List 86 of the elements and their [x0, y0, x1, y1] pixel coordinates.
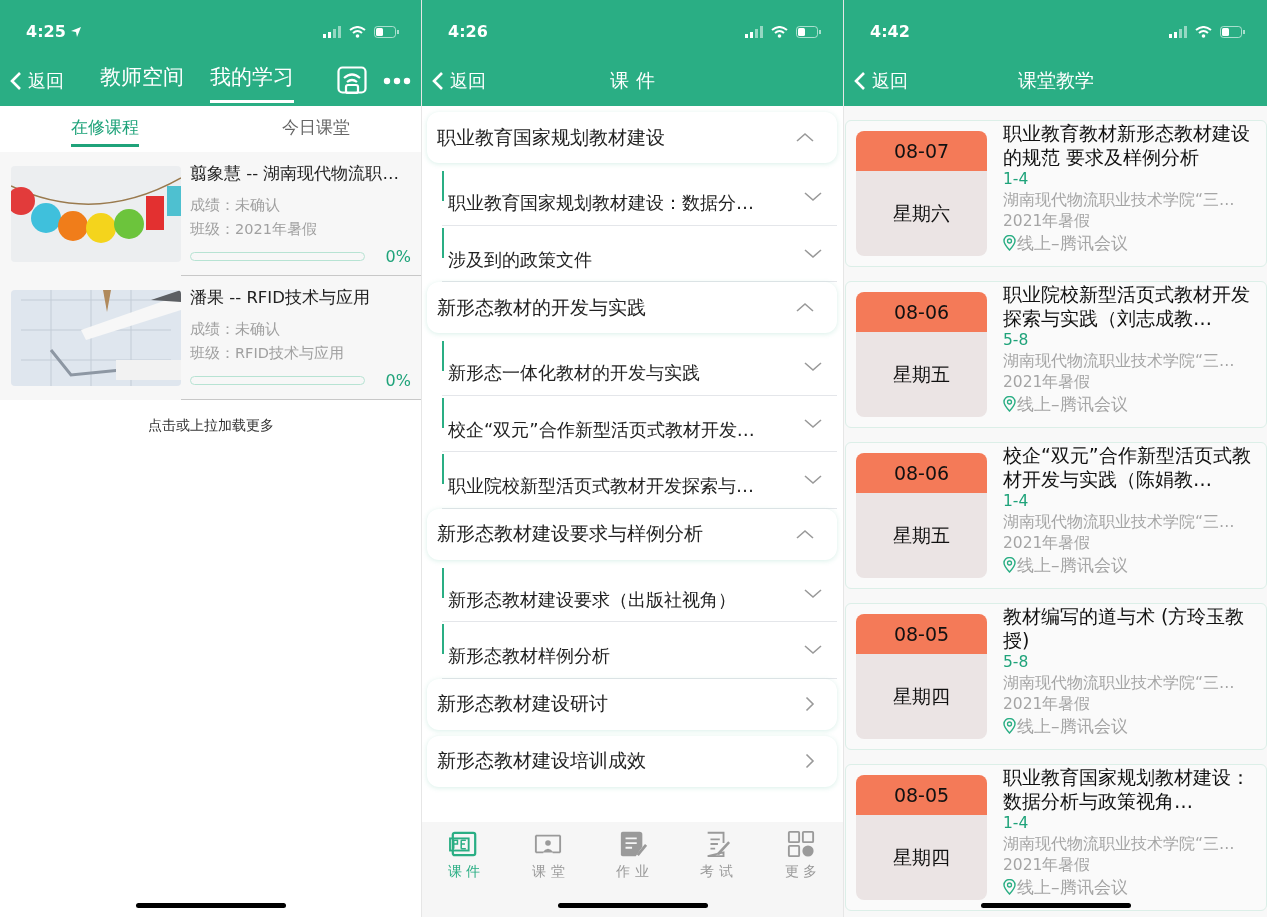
- lesson-date: 08-06: [856, 453, 987, 493]
- lesson-periods: 1-4: [1003, 491, 1030, 512]
- section-header[interactable]: 新形态教材建设培训成效: [427, 735, 837, 787]
- section-header[interactable]: 新形态教材建设研讨: [427, 678, 837, 730]
- lesson-school: 湖南现代物流职业技术学院“三…: [1003, 673, 1236, 694]
- lesson-title: 职业教育教材新形态教材建设的规范 要求及样例分析: [1003, 121, 1251, 169]
- lesson-term: 2021年暑假: [1003, 372, 1092, 393]
- lesson-date: 08-05: [856, 614, 987, 654]
- location-pin-icon: [1003, 235, 1016, 251]
- wifi-icon: [1195, 25, 1212, 38]
- back-chevron-icon: [854, 70, 866, 91]
- more-icon[interactable]: [383, 76, 411, 85]
- lesson-periods: 1-4: [1003, 813, 1030, 834]
- lesson-date: 08-07: [856, 131, 987, 171]
- lesson-title: 教材编写的道与术 (方玲玉教授): [1003, 604, 1246, 652]
- page-title: 课 件: [610, 68, 655, 94]
- sub-tab[interactable]: 今日课堂: [210, 106, 421, 152]
- location-pin-icon: [1003, 396, 1016, 412]
- signal-icon: [745, 25, 763, 38]
- location-pin-icon: [1003, 718, 1016, 734]
- subsection-row[interactable]: 职业教育国家规划教材建设：数据分…: [442, 169, 837, 226]
- lesson-location: 线上–腾讯会议: [1017, 554, 1128, 576]
- lesson-card[interactable]: 08-07 星期六 职业教育教材新形态教材建设的规范 要求及样例分析 1-4 湖南现代物流职业技术学院“三… 2021年暑假 线上–腾讯会议: [845, 120, 1267, 267]
- battery-icon: [374, 25, 399, 38]
- lesson-periods: 5-8: [1003, 652, 1030, 673]
- lesson-location: 线上–腾讯会议: [1017, 876, 1128, 898]
- back-chevron-icon: [10, 70, 22, 91]
- course-title[interactable]: 翦象慧 -- 湖南现代物流职…: [190, 162, 411, 187]
- subsection-row[interactable]: 新形态教材样例分析: [442, 622, 837, 679]
- signal-icon: [1169, 25, 1187, 38]
- lesson-school: 湖南现代物流职业技术学院“三…: [1003, 351, 1236, 372]
- course-title[interactable]: 潘果 -- RFID技术与应用: [190, 286, 411, 311]
- lesson-location: 线上–腾讯会议: [1017, 393, 1128, 415]
- lesson-term: 2021年暑假: [1003, 694, 1092, 715]
- course-class: 班级：RFID技术与应用: [190, 343, 345, 363]
- course-class: 班级：2021年暑假: [190, 219, 318, 239]
- progress-percent: 0%: [384, 369, 411, 392]
- lesson-date: 08-05: [856, 775, 987, 815]
- course-grade: 成绩：未确认: [190, 319, 281, 339]
- lesson-title: 校企“双元”合作新型活页式教材开发与实践（陈娟教…: [1003, 443, 1252, 491]
- status-time: 4:26: [448, 20, 488, 43]
- lesson-weekday: 星期五: [856, 332, 987, 417]
- lesson-term: 2021年暑假: [1003, 533, 1092, 554]
- lesson-date: 08-06: [856, 292, 987, 332]
- lesson-school: 湖南现代物流职业技术学院“三…: [1003, 834, 1236, 855]
- lesson-term: 2021年暑假: [1003, 211, 1092, 232]
- lesson-weekday: 星期四: [856, 654, 987, 739]
- back-chevron-icon: [432, 70, 444, 91]
- load-more-text[interactable]: 点击或上拉加载更多: [0, 400, 421, 436]
- section-header[interactable]: 职业教育国家规划教材建设: [427, 112, 837, 163]
- lesson-location: 线上–腾讯会议: [1017, 232, 1128, 254]
- lesson-school: 湖南现代物流职业技术学院“三…: [1003, 190, 1236, 211]
- battery-icon: [1220, 25, 1245, 38]
- location-pin-icon: [1003, 879, 1016, 895]
- lesson-weekday: 星期六: [856, 171, 987, 256]
- signal-icon: [323, 25, 341, 38]
- subsection-row[interactable]: 职业院校新型活页式教材开发探索与…: [442, 452, 837, 509]
- lesson-card[interactable]: 08-05 星期四 职业教育国家规划教材建设：数据分析与政策视角… 1-4 湖南现代物流职业技术学院“三… 2021年暑假 线上–腾讯会议: [845, 764, 1267, 911]
- location-pin-icon: [1003, 557, 1016, 573]
- status-time: 4:42: [870, 20, 910, 43]
- course-grade: 成绩：未确认: [190, 195, 281, 215]
- lesson-weekday: 星期五: [856, 493, 987, 578]
- section-header[interactable]: 新形态教材建设要求与样例分析: [427, 508, 837, 560]
- lesson-card[interactable]: 08-06 星期五 校企“双元”合作新型活页式教材开发与实践（陈娟教… 1-4 湖南现代物流职业技术学院“三… 2021年暑假 线上–腾讯会议: [845, 442, 1267, 589]
- lesson-weekday: 星期四: [856, 815, 987, 900]
- wifi-icon: [771, 25, 788, 38]
- lesson-title: 职业教育国家规划教材建设：数据分析与政策视角…: [1003, 765, 1251, 813]
- grid-icon: [785, 830, 816, 858]
- lesson-location: 线上–腾讯会议: [1017, 715, 1128, 737]
- lesson-card[interactable]: 08-06 星期五 职业院校新型活页式教材开发探索与实践（刘志成教… 5-8 湖南现代物流职业技术学院“三… 2021年暑假 线上–腾讯会议: [845, 281, 1267, 428]
- lesson-title: 职业院校新型活页式教材开发探索与实践（刘志成教…: [1003, 282, 1251, 330]
- lesson-card[interactable]: 08-05 星期四 教材编写的道与术 (方玲玉教授) 5-8 湖南现代物流职业技术学院“三… 2021年暑假 线上–腾讯会议: [845, 603, 1267, 750]
- status-time: 4:25: [26, 20, 66, 43]
- section-header[interactable]: 新形态教材的开发与实践: [427, 282, 837, 333]
- lesson-term: 2021年暑假: [1003, 855, 1092, 876]
- subsection-row[interactable]: 校企“双元”合作新型活页式教材开发…: [442, 395, 837, 452]
- subsection-row[interactable]: 新形态教材建设要求（出版社视角）: [442, 565, 837, 622]
- wifi-icon: [349, 25, 366, 38]
- lesson-periods: 1-4: [1003, 169, 1030, 190]
- lesson-school: 湖南现代物流职业技术学院“三…: [1003, 512, 1236, 533]
- progress-percent: 0%: [384, 245, 411, 268]
- cast-icon[interactable]: [337, 65, 367, 96]
- subsection-row[interactable]: 新形态一体化教材的开发与实践: [442, 339, 837, 396]
- page-title: 课堂教学: [1017, 68, 1094, 94]
- lesson-periods: 5-8: [1003, 330, 1030, 351]
- battery-icon: [796, 25, 821, 38]
